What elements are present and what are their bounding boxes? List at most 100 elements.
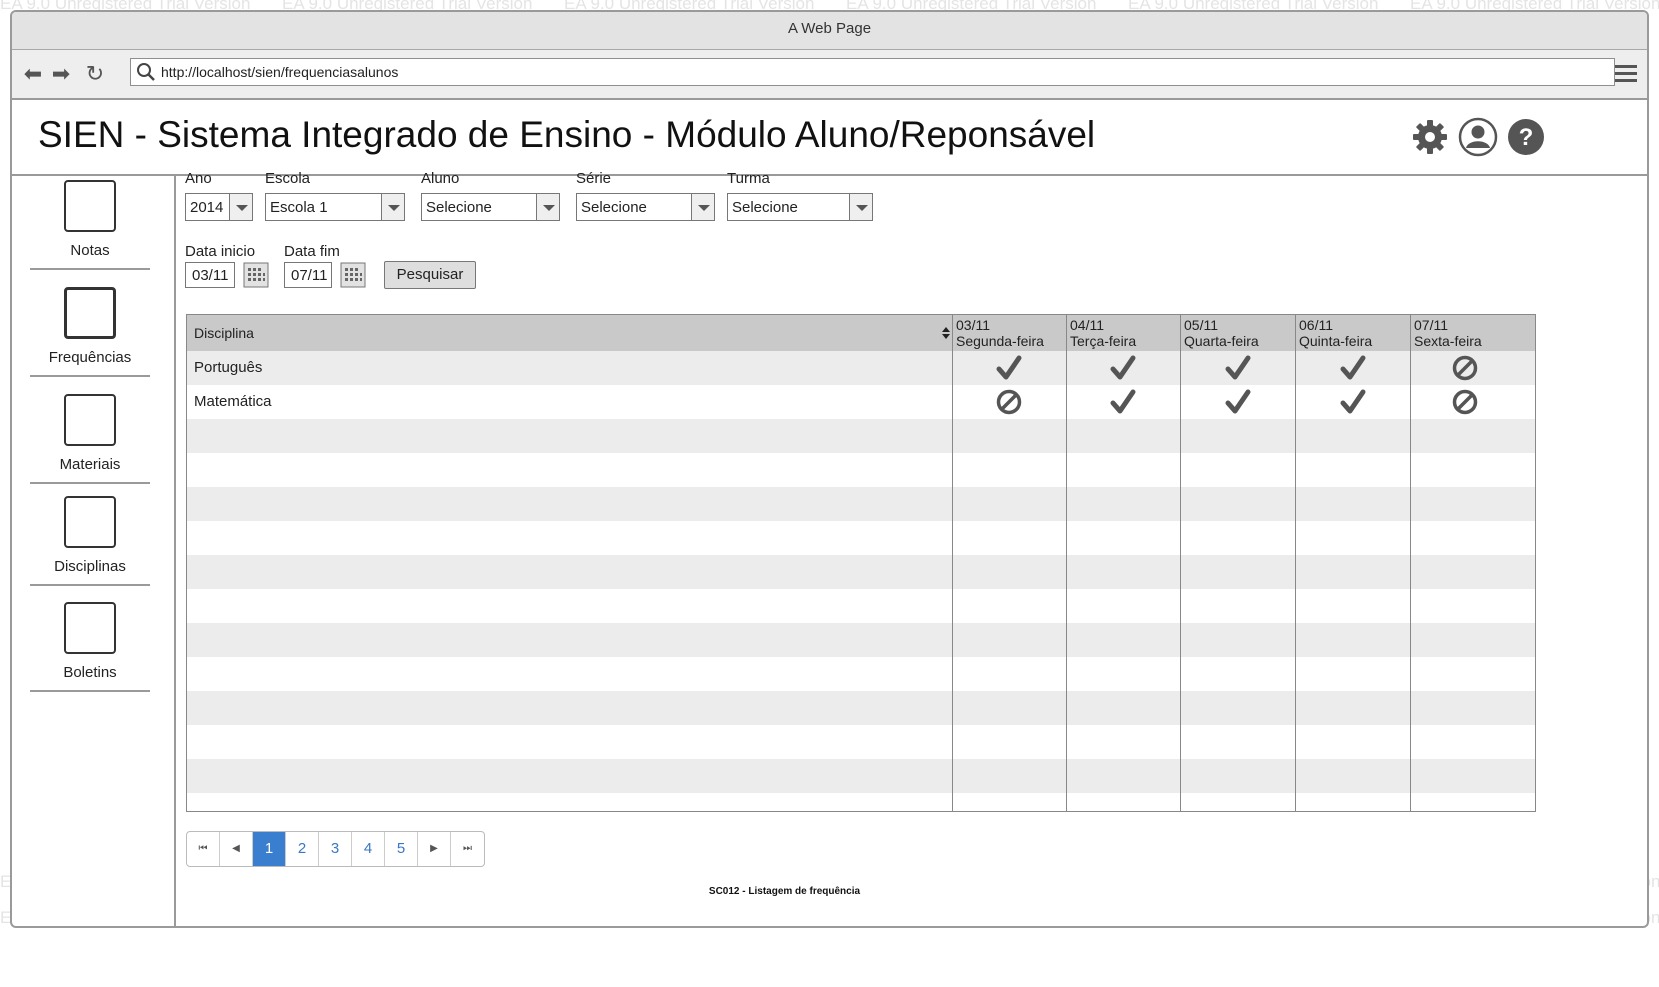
calendar-icon[interactable] [243, 262, 269, 288]
reload-icon[interactable]: ↻ [82, 62, 108, 86]
forward-arrow-icon[interactable]: ➡ [48, 62, 74, 86]
day-column-header[interactable]: 06/11 Quinta-feira [1295, 315, 1410, 351]
sidebar-item-label: Notas [70, 242, 110, 259]
day-column-header[interactable]: 04/11 Terça-feira [1066, 315, 1180, 351]
turma-select[interactable]: Selecione [727, 193, 873, 221]
sidebar-item-label: Boletins [63, 664, 117, 681]
attendance-table: Disciplina 03/11 Segunda-feira 04/11 Terça-… [186, 314, 1536, 812]
prev-page-icon[interactable]: ◀ [220, 832, 253, 866]
column-divider [1066, 315, 1067, 811]
escola-value: Escola 1 [270, 199, 328, 216]
present-check-icon [1109, 388, 1137, 416]
frequencias-icon [64, 287, 116, 339]
sidebar-item-boletins[interactable]: Boletins [30, 602, 150, 692]
day-date: 03/11 [956, 317, 990, 333]
table-row [187, 691, 1535, 725]
serie-value: Selecione [581, 199, 647, 216]
present-check-icon [1339, 388, 1367, 416]
first-page-icon[interactable]: ⏮ [187, 832, 220, 866]
table-row: Matemática [187, 385, 1535, 419]
help-icon[interactable]: ? [1506, 117, 1546, 157]
discipline-cell: Português [194, 359, 263, 376]
pesquisar-button[interactable]: Pesquisar [384, 261, 476, 289]
page-button[interactable]: 5 [385, 832, 418, 866]
hamburger-menu-icon[interactable] [1615, 65, 1637, 86]
sort-icon[interactable] [940, 325, 952, 341]
day-weekday: Quinta-feira [1299, 333, 1373, 349]
column-divider [952, 315, 953, 811]
day-column-header[interactable]: 05/11 Quarta-feira [1180, 315, 1295, 351]
sidebar: Notas Frequências Materiais Disciplinas … [12, 176, 176, 926]
window-title: A Web Page [12, 12, 1647, 50]
present-check-icon [1339, 354, 1367, 382]
chevron-down-icon [536, 194, 559, 220]
sidebar-item-notas[interactable]: Notas [30, 180, 150, 270]
page-button[interactable]: 3 [319, 832, 352, 866]
table-row [187, 759, 1535, 793]
day-date: 05/11 [1184, 317, 1218, 333]
disciplina-header[interactable]: Disciplina [187, 315, 952, 351]
present-check-icon [1224, 388, 1252, 416]
table-row [187, 589, 1535, 623]
sidebar-item-materiais[interactable]: Materiais [30, 394, 150, 484]
column-divider [1180, 315, 1181, 811]
aluno-label: Aluno [421, 170, 460, 187]
data-fim-field[interactable]: 07/11 [284, 262, 332, 288]
search-icon [137, 63, 155, 81]
sidebar-item-frequencias[interactable]: Frequências [30, 287, 150, 377]
app-header: SIEN - Sistema Integrado de Ensino - Mód… [12, 100, 1647, 176]
gear-icon[interactable] [1410, 117, 1450, 157]
data-inicio-label: Data inicio [185, 243, 256, 260]
column-divider [1410, 315, 1411, 811]
user-icon[interactable] [1458, 117, 1498, 157]
present-check-icon [1224, 354, 1252, 382]
address-url: http://localhost/sien/frequenciasalunos [161, 64, 399, 80]
serie-select[interactable]: Selecione [576, 193, 715, 221]
table-row [187, 725, 1535, 759]
table-row [187, 487, 1535, 521]
table-row [187, 555, 1535, 589]
browser-toolbar: ⬅ ➡ ↻ http://localhost/sien/frequenciasa… [12, 50, 1647, 100]
page-button[interactable]: 2 [286, 832, 319, 866]
serie-label: Série [576, 170, 612, 187]
aluno-value: Selecione [426, 199, 492, 216]
disciplinas-icon [64, 496, 116, 548]
data-inicio-field[interactable]: 03/11 [185, 262, 235, 288]
sidebar-item-disciplinas[interactable]: Disciplinas [30, 496, 150, 586]
chevron-down-icon [229, 194, 252, 220]
materiais-icon [64, 394, 116, 446]
day-date: 04/11 [1070, 317, 1104, 333]
boletins-icon [64, 602, 116, 654]
day-column-header[interactable]: 07/11 Sexta-feira [1410, 315, 1535, 351]
notas-icon [64, 180, 116, 232]
table-row [187, 623, 1535, 657]
table-row [187, 793, 1535, 811]
calendar-icon[interactable] [340, 262, 366, 288]
last-page-icon[interactable]: ⏭ [451, 832, 484, 866]
absent-icon [1451, 388, 1479, 416]
day-weekday: Quarta-feira [1184, 333, 1259, 349]
column-divider [1295, 315, 1296, 811]
address-bar[interactable]: http://localhost/sien/frequenciasalunos [130, 58, 1615, 86]
table-row: Português [187, 351, 1535, 385]
page-button[interactable]: 4 [352, 832, 385, 866]
absent-icon [1451, 354, 1479, 382]
back-arrow-icon[interactable]: ⬅ [20, 62, 46, 86]
aluno-select[interactable]: Selecione [421, 193, 560, 221]
day-weekday: Segunda-feira [956, 333, 1044, 349]
chevron-down-icon [381, 194, 404, 220]
turma-label: Turma [727, 170, 770, 187]
escola-select[interactable]: Escola 1 [265, 193, 405, 221]
day-column-header[interactable]: 03/11 Segunda-feira [952, 315, 1066, 351]
day-date: 06/11 [1299, 317, 1333, 333]
sidebar-item-label: Frequências [48, 349, 132, 366]
svg-text:?: ? [1519, 124, 1534, 151]
sidebar-item-label: Disciplinas [54, 558, 126, 575]
table-row [187, 419, 1535, 453]
page-button[interactable]: 1 [253, 832, 286, 866]
next-page-icon[interactable]: ▶ [418, 832, 451, 866]
table-row [187, 521, 1535, 555]
present-check-icon [995, 354, 1023, 382]
ano-select[interactable]: 2014 [185, 193, 253, 221]
chevron-down-icon [691, 194, 714, 220]
